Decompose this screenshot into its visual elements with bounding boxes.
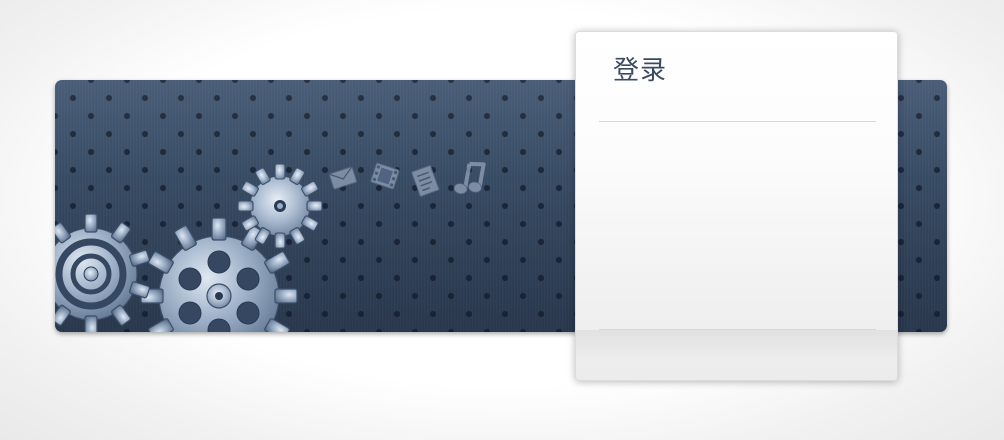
login-panel-footer <box>576 330 897 380</box>
left-gear-icon <box>55 213 150 332</box>
mail-icon <box>328 166 357 190</box>
login-panel: 登录 <box>575 31 898 381</box>
page: 登录 <box>0 0 1004 440</box>
top-divider <box>599 121 876 122</box>
media-icons-group <box>328 161 486 197</box>
login-title: 登录 <box>613 56 668 86</box>
music-note-icon <box>453 161 486 195</box>
document-icon <box>411 165 440 197</box>
gears-illustration <box>55 163 323 332</box>
film-icon <box>370 162 400 190</box>
